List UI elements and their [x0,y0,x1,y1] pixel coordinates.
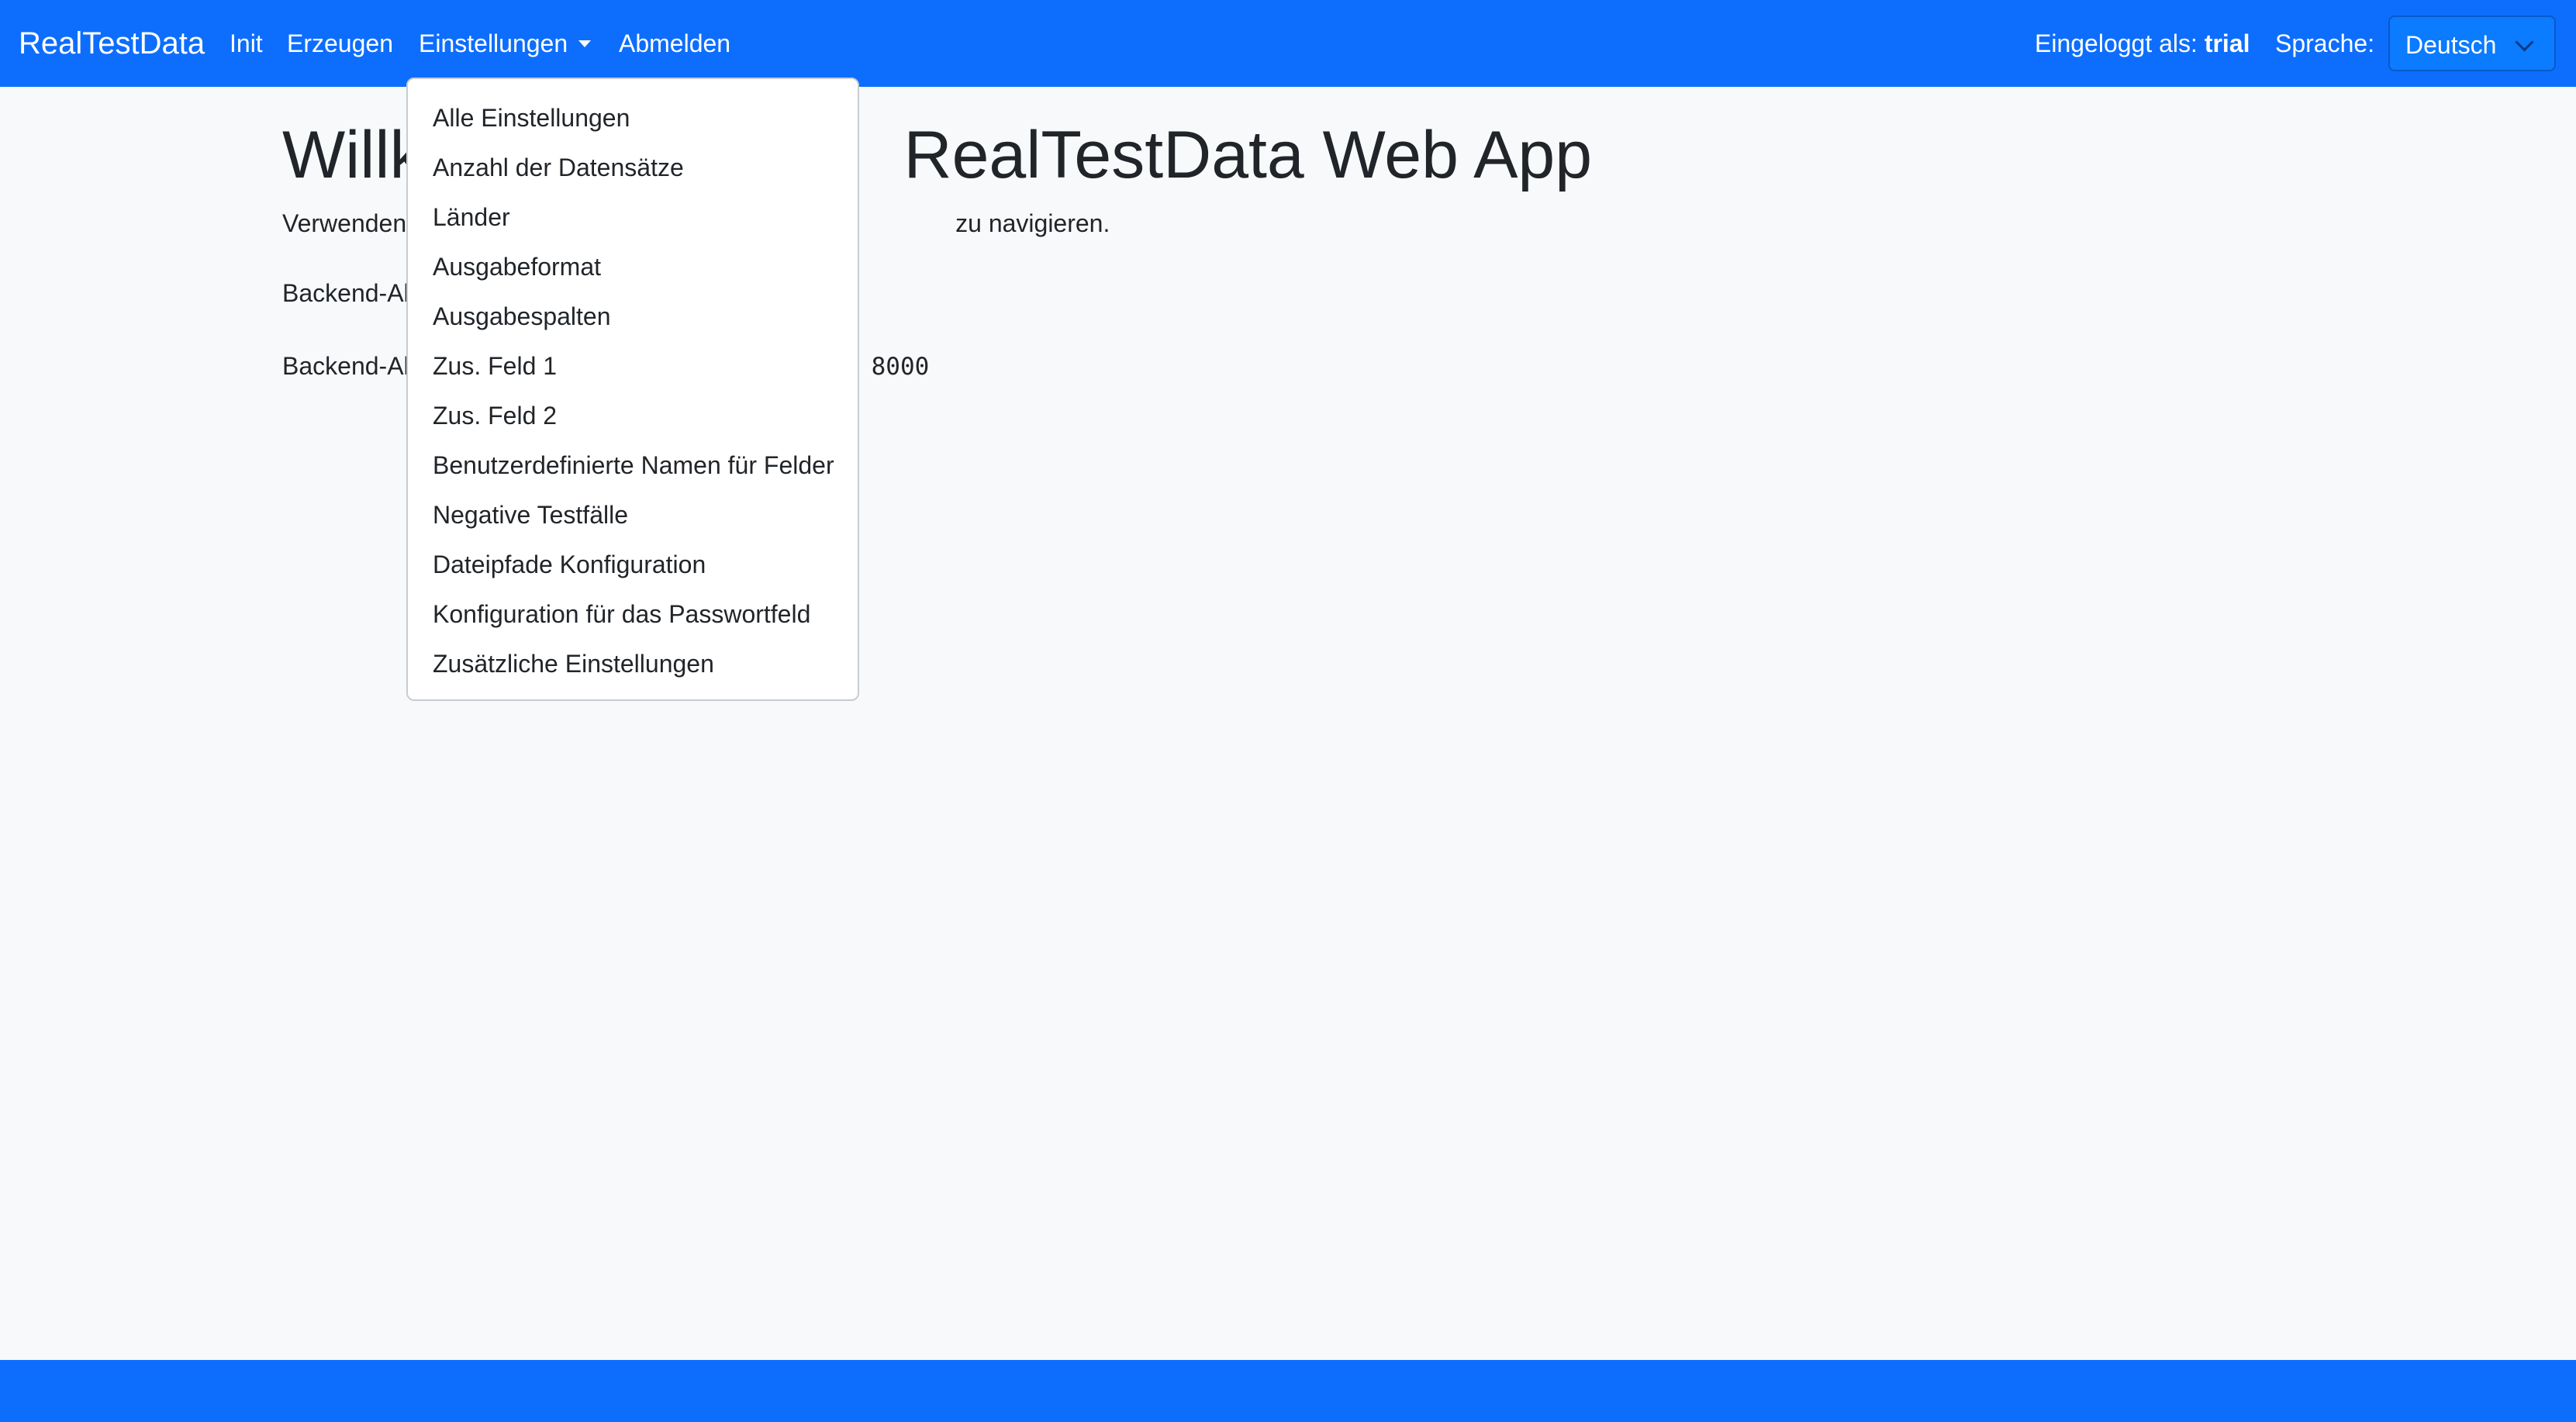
page-title-right: RealTestData Web App [903,118,1593,192]
menu-item-zus-feld-1[interactable]: Zus. Feld 1 [408,341,858,391]
page-title-left: Willk [282,118,423,192]
backend-api-line-1: Backend-Al [282,276,409,310]
menu-item-alle-einstellungen[interactable]: Alle Einstellungen [408,93,858,143]
intro-text-right: zu navigieren. [955,209,1110,237]
nav-link-erzeugen[interactable]: Erzeugen [287,26,393,60]
nav-dropdown-einstellungen-label: Einstellungen [419,29,568,57]
menu-item-dateipfade-konfiguration[interactable]: Dateipfade Konfiguration [408,540,858,589]
menu-item-anzahl-datensaetze[interactable]: Anzahl der Datensätze [408,143,858,192]
logged-in-status: Eingeloggt als: trial [2035,26,2250,60]
top-navbar: RealTestData Init Erzeugen Einstellungen… [0,0,2576,87]
logged-in-user: trial [2204,29,2250,57]
chevron-down-icon [2515,33,2534,52]
backend-api-label-1: Backend-Al [282,279,409,307]
backend-api-url: 8000 [871,353,930,381]
menu-item-ausgabespalten[interactable]: Ausgabespalten [408,292,858,341]
caret-down-icon [578,40,592,47]
backend-api-label-2: Backend-Al [282,352,409,380]
menu-item-negative-testfaelle[interactable]: Negative Testfälle [408,490,858,540]
language-label: Sprache: [2275,29,2375,57]
einstellungen-dropdown-menu: Alle Einstellungen Anzahl der Datensätze… [406,78,859,701]
menu-item-zusaetzliche-einstellungen[interactable]: Zusätzliche Einstellungen [408,639,858,689]
menu-item-benutzerdefinierte-namen[interactable]: Benutzerdefinierte Namen für Felder [408,440,858,490]
menu-item-laender[interactable]: Länder [408,192,858,242]
menu-item-passwortfeld-konfiguration[interactable]: Konfiguration für das Passwortfeld [408,589,858,639]
nav-link-init[interactable]: Init [230,26,263,60]
language-select-value: Deutsch [2405,31,2497,59]
logged-in-label: Eingeloggt als: [2035,29,2198,57]
brand-logo[interactable]: RealTestData [19,22,205,65]
menu-item-zus-feld-2[interactable]: Zus. Feld 2 [408,391,858,440]
intro-text-left: Verwenden [282,209,407,237]
language-select[interactable]: Deutsch [2388,16,2556,71]
menu-item-ausgabeformat[interactable]: Ausgabeformat [408,242,858,292]
footer-bar [0,1360,2576,1422]
nav-dropdown-einstellungen[interactable]: Einstellungen [419,26,592,60]
nav-link-abmelden[interactable]: Abmelden [619,26,730,60]
